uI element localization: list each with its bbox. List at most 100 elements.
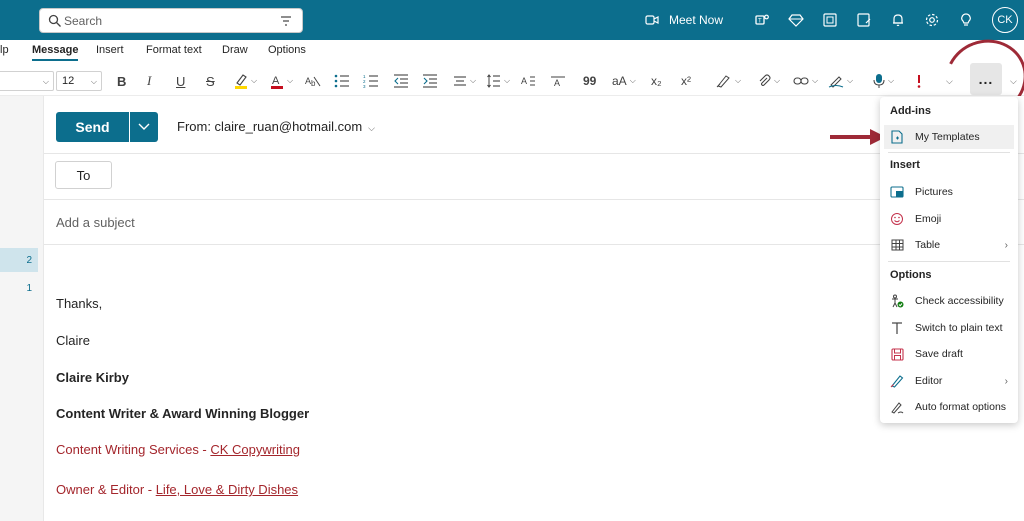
paperclip-icon: [759, 74, 771, 87]
chevron-down-icon: [138, 123, 150, 130]
gear-icon[interactable]: [922, 10, 942, 30]
dictate-button[interactable]: ⌵: [873, 72, 894, 90]
signature-services-line: Content Writing Services - CK Copywritin…: [56, 442, 300, 457]
menu-item-table[interactable]: Table ›: [884, 233, 1014, 257]
text-format-icon: [889, 320, 905, 336]
signature-thanks: Thanks,: [56, 296, 103, 311]
lightbulb-icon[interactable]: [956, 10, 976, 30]
editor-button[interactable]: ⌵: [716, 72, 741, 90]
highlighter-icon: [235, 74, 247, 89]
decrease-indent-button[interactable]: [393, 72, 409, 90]
teams-icon[interactable]: T: [752, 10, 772, 30]
attach-button[interactable]: ⌵: [757, 72, 780, 90]
italic-button[interactable]: I: [147, 72, 151, 90]
subscript-button[interactable]: x₂: [651, 72, 662, 90]
strikethrough-button[interactable]: S: [206, 72, 215, 90]
paragraph-spacing-button[interactable]: A: [520, 72, 536, 90]
font-color-button[interactable]: A ⌵: [270, 72, 293, 90]
styles-button[interactable]: A: [550, 72, 566, 90]
link-button[interactable]: ⌵: [793, 72, 818, 90]
microphone-icon: [873, 74, 885, 88]
quote-button[interactable]: 99: [583, 72, 596, 90]
office-apps-icon[interactable]: [820, 10, 840, 30]
editor-pen-icon: [716, 75, 730, 88]
tab-options[interactable]: Options: [268, 44, 306, 56]
chevron-down-icon: ⌵: [368, 123, 375, 133]
send-button[interactable]: Send: [56, 112, 130, 142]
auto-format-label: Auto format options: [915, 401, 1007, 413]
meet-now-label: Meet Now: [668, 13, 723, 27]
numbering-button[interactable]: 123: [363, 72, 379, 90]
increase-indent-button[interactable]: [422, 72, 438, 90]
highlight-button[interactable]: ⌵: [234, 72, 257, 90]
my-templates-label: My Templates: [915, 131, 980, 143]
menu-item-emoji[interactable]: Emoji: [884, 207, 1014, 231]
bullets-button[interactable]: [334, 72, 350, 90]
from-selector[interactable]: From: claire_ruan@hotmail.com ⌵: [177, 119, 375, 134]
notes-icon[interactable]: [854, 10, 874, 30]
accessibility-icon: [889, 293, 905, 309]
subject-input[interactable]: Add a subject: [56, 215, 135, 230]
tab-format-text[interactable]: Format text: [146, 44, 202, 56]
menu-item-editor[interactable]: Editor ›: [884, 369, 1014, 393]
blog-link[interactable]: Life, Love & Dirty Dishes: [156, 482, 298, 497]
bold-button[interactable]: B: [117, 72, 126, 90]
video-camera-icon: [645, 15, 659, 25]
svg-text:A: A: [521, 76, 527, 86]
font-family-dropdown[interactable]: ⌵: [0, 71, 54, 91]
line-spacing-button[interactable]: ⌵: [487, 72, 510, 90]
send-options-button[interactable]: [130, 112, 158, 142]
insert-header: Insert: [890, 159, 920, 171]
signature-button[interactable]: ⌵: [828, 72, 853, 90]
ribbon-tabs: lp Message Insert Format text Draw Optio…: [0, 40, 1024, 62]
underline-button[interactable]: U: [176, 72, 185, 90]
annotation-arrow: [830, 129, 886, 145]
tab-message[interactable]: Message: [32, 44, 79, 61]
menu-item-auto-format[interactable]: Auto format options: [884, 395, 1014, 419]
divider: [44, 199, 1024, 200]
top-bar: Search Meet Now T CK: [0, 0, 1024, 40]
text-direction-icon: A: [521, 76, 535, 86]
menu-item-pictures[interactable]: Pictures: [884, 180, 1014, 204]
avatar[interactable]: CK: [992, 7, 1018, 33]
line-spacing-icon: [487, 74, 500, 88]
ck-copywriting-link[interactable]: CK Copywriting: [210, 442, 300, 457]
styles-icon: A: [551, 76, 565, 88]
menu-item-save-draft[interactable]: Save draft: [884, 342, 1014, 366]
indent-icon: [423, 74, 437, 88]
table-label: Table: [915, 239, 941, 251]
svg-text:A: A: [272, 75, 280, 87]
services-prefix: Content Writing Services -: [56, 442, 211, 457]
svg-text:T: T: [758, 19, 762, 25]
menu-item-my-templates[interactable]: My Templates: [884, 125, 1014, 149]
folder-count[interactable]: 1: [0, 276, 38, 300]
auto-format-icon: [889, 399, 905, 415]
table-icon: [889, 237, 905, 253]
to-button[interactable]: To: [55, 161, 112, 189]
menu-item-check-accessibility[interactable]: Check accessibility: [884, 289, 1014, 313]
search-box[interactable]: Search: [39, 8, 303, 33]
save-draft-label: Save draft: [915, 348, 963, 360]
more-options-menu: Add-ins My Templates Insert Pictures Emo…: [880, 97, 1018, 423]
superscript-button[interactable]: x²: [681, 72, 691, 90]
premium-diamond-icon[interactable]: [786, 10, 806, 30]
tab-insert[interactable]: Insert: [96, 44, 124, 56]
tab-help[interactable]: lp: [0, 44, 9, 56]
filter-icon[interactable]: [280, 15, 292, 27]
tab-draw[interactable]: Draw: [222, 44, 248, 56]
align-button[interactable]: ⌵: [453, 72, 476, 90]
change-case-button[interactable]: aA ⌵: [612, 72, 636, 90]
search-input[interactable]: Search: [64, 14, 102, 28]
bell-icon[interactable]: [888, 10, 908, 30]
meet-now-button[interactable]: Meet Now: [645, 13, 723, 27]
font-size-dropdown[interactable]: 12 ⌵: [56, 71, 102, 91]
importance-button[interactable]: [915, 72, 923, 90]
font-color-icon: A: [271, 75, 283, 89]
compose-pane: Send From: claire_ruan@hotmail.com ⌵ To A…: [44, 96, 1024, 521]
clear-format-button[interactable]: Ab: [305, 72, 321, 90]
menu-item-plain-text[interactable]: Switch to plain text: [884, 316, 1014, 340]
chevron-right-icon: ›: [1004, 239, 1008, 251]
divider: [44, 244, 1024, 245]
menu-divider: [888, 261, 1010, 262]
folder-count-selected[interactable]: 2: [0, 248, 38, 272]
